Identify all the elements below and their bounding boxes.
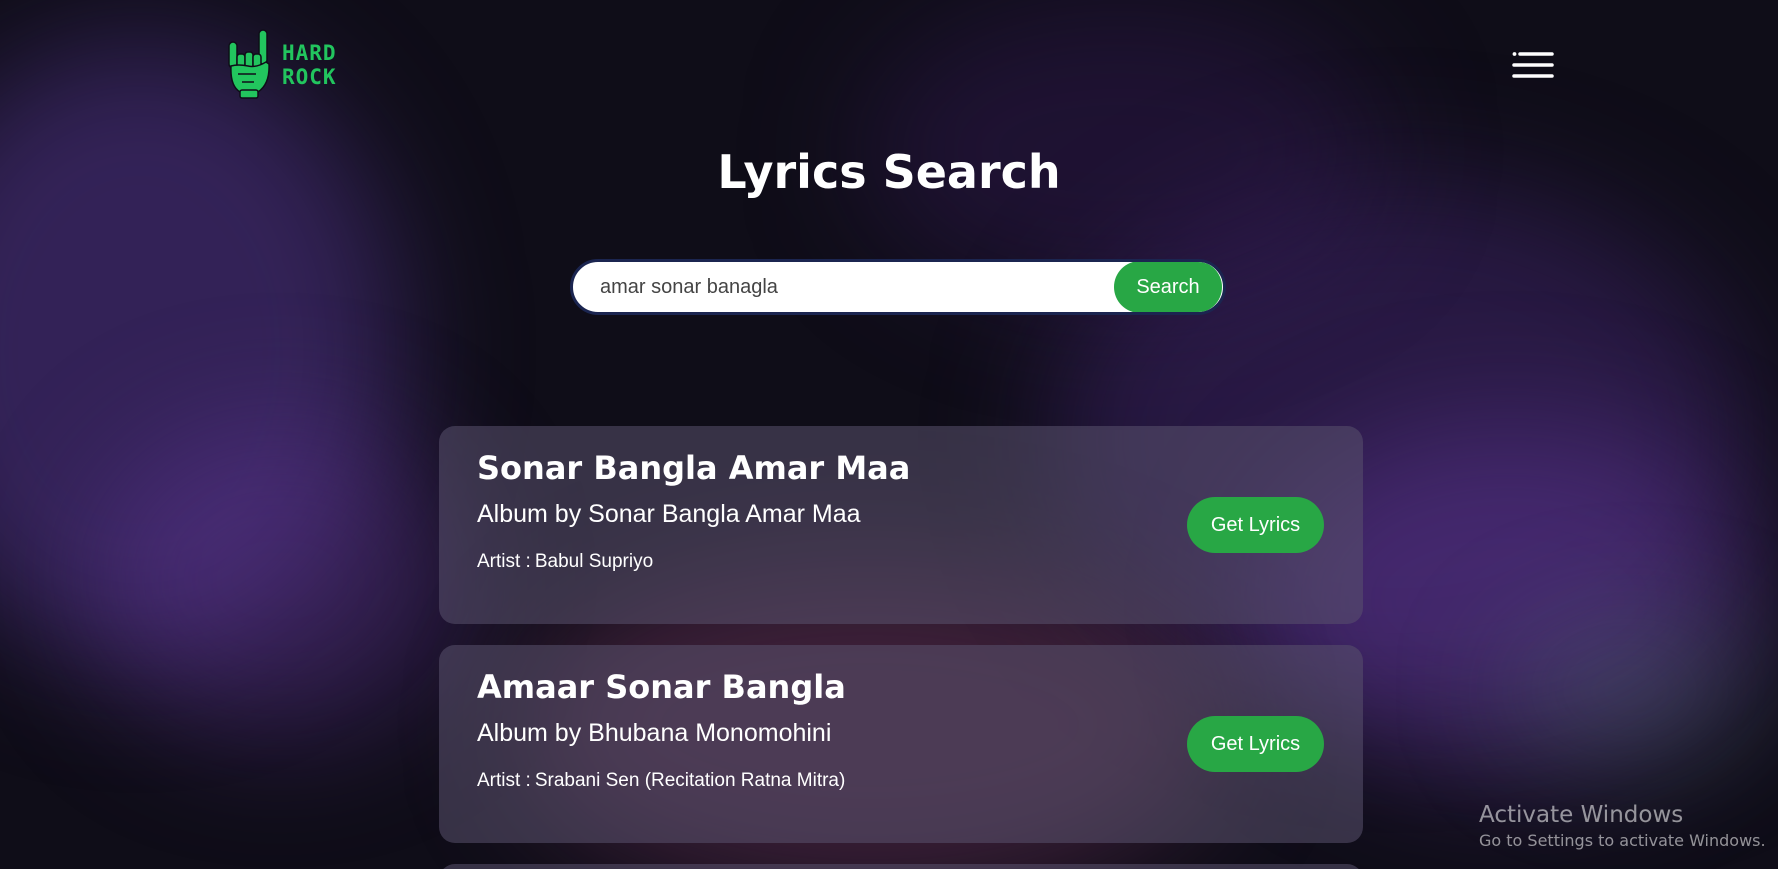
search-bar: Search	[570, 259, 1226, 315]
artist-name: Babul Supriyo	[534, 551, 654, 572]
song-title: Sonar Bangla Amar Maa	[477, 449, 911, 487]
artist-line: Artist : Babul Supriyo	[477, 550, 1325, 574]
artist-prefix: Artist :	[477, 551, 531, 572]
result-card: Amaar Sonar Bangla Album by Bhubana Mono…	[439, 645, 1363, 843]
logo-text: HARD ROCK	[282, 41, 337, 89]
get-lyrics-button[interactable]: Get Lyrics	[1187, 716, 1324, 772]
logo-text-line: ROCK	[282, 65, 337, 89]
result-card-partial	[439, 864, 1363, 869]
hamburger-menu-icon	[1512, 52, 1554, 78]
rock-hand-icon	[228, 29, 270, 99]
artist-prefix: Artist :	[477, 770, 531, 791]
search-button[interactable]: Search	[1114, 262, 1222, 312]
results-list: Sonar Bangla Amar Maa Album by Sonar Ban…	[439, 426, 1363, 869]
song-title: Amaar Sonar Bangla	[477, 668, 846, 706]
result-card: Sonar Bangla Amar Maa Album by Sonar Ban…	[439, 426, 1363, 624]
watermark-title: Activate Windows	[1479, 802, 1684, 828]
menu-button[interactable]	[1512, 50, 1554, 82]
get-lyrics-button[interactable]: Get Lyrics	[1187, 497, 1324, 553]
watermark-subtitle: Go to Settings to activate Windows.	[1479, 831, 1766, 850]
windows-activation-watermark: Activate Windows Go to Settings to activ…	[1479, 800, 1766, 852]
artist-name: Srabani Sen (Recitation Ratna Mitra)	[534, 770, 846, 791]
page-title: Lyrics Search	[717, 145, 1061, 199]
logo-text-line: HARD	[282, 41, 337, 65]
logo[interactable]: HARD ROCK	[226, 28, 337, 102]
search-input[interactable]	[573, 262, 1114, 312]
artist-line: Artist : Srabani Sen (Recitation Ratna Mi…	[477, 769, 1325, 793]
